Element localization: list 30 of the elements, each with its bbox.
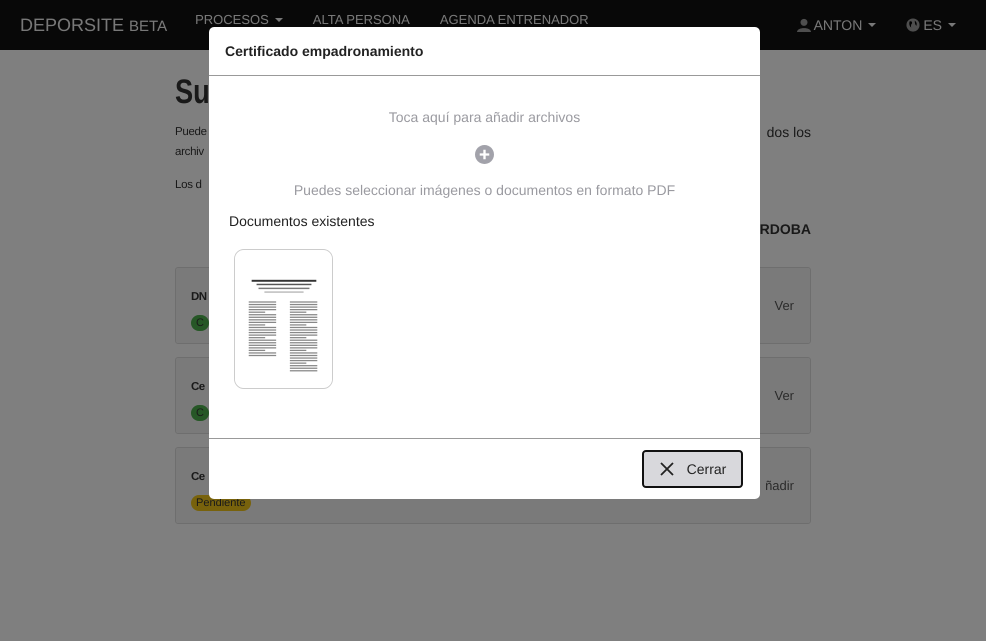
user-icon — [796, 18, 811, 32]
document-title: Ce — [191, 380, 205, 392]
nav-link[interactable]: AGENDA ENTRENADOR — [440, 12, 589, 27]
language-menu[interactable]: ES — [906, 17, 956, 33]
intro-text: dos los — [766, 123, 811, 142]
close-icon — [658, 461, 675, 477]
document-action-link[interactable]: Ver — [774, 298, 794, 313]
nav-link[interactable]: ALTA PERSONA — [312, 12, 410, 27]
intro-text: archiv — [175, 145, 205, 160]
add-icon[interactable] — [475, 145, 494, 164]
dropzone-prompt[interactable]: Toca aquí para añadir archivos — [388, 109, 580, 125]
status-badge: C — [191, 404, 209, 420]
user-menu[interactable]: ANTON — [796, 17, 876, 33]
modal-title: Certificado empadronamiento — [225, 43, 424, 59]
location-label: RDOBA — [760, 221, 811, 237]
page-heading: Su — [175, 72, 211, 112]
document-title: DN — [191, 290, 207, 302]
section-heading: Documentos existentes — [229, 213, 376, 229]
nav-link[interactable]: PROCESOS — [195, 12, 283, 27]
document-title: Ce — [191, 470, 205, 482]
brand-tag: BETA — [129, 18, 168, 34]
intro-text: Puede — [175, 125, 207, 140]
note-text: Los d — [175, 179, 202, 191]
brand-name[interactable]: DEPORSITE — [20, 14, 124, 36]
globe-icon — [906, 18, 920, 32]
document-action-link[interactable]: ñadir — [765, 478, 794, 493]
close-button[interactable]: Cerrar — [642, 450, 743, 488]
dropzone-hint: Puedes seleccionar imágenes o documentos en formato PDF — [294, 182, 676, 198]
status-badge: C — [191, 314, 209, 330]
document-action-link[interactable]: Ver — [774, 388, 794, 403]
